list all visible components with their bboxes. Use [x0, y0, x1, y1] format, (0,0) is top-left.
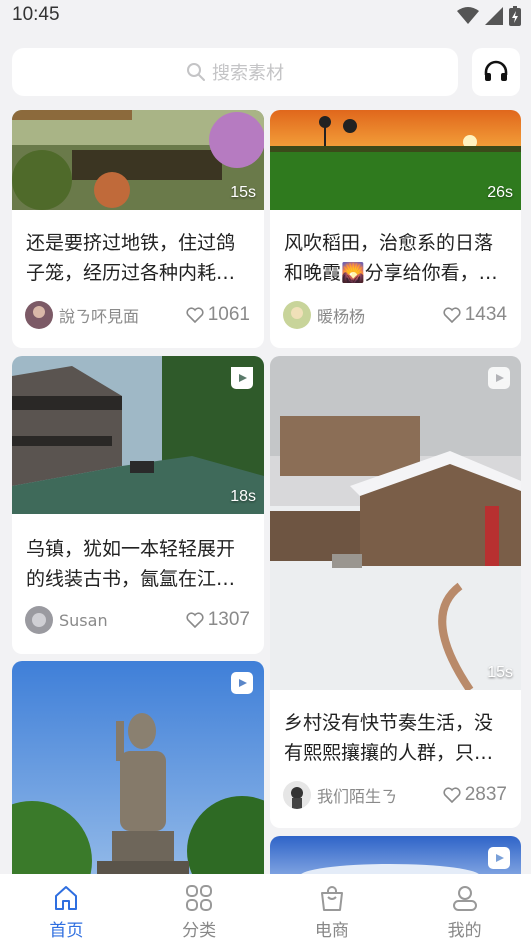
- avatar[interactable]: [25, 301, 53, 329]
- grid-icon: [186, 885, 213, 911]
- tab-label: 电商: [314, 921, 349, 941]
- video-duration: 18s: [230, 488, 256, 505]
- avatar[interactable]: [283, 781, 311, 809]
- like-button[interactable]: 1434: [443, 304, 507, 326]
- tab-label: 分类: [182, 921, 217, 941]
- video-duration: 15s: [230, 184, 256, 201]
- feed-card[interactable]: 18s 乌镇，犹如一本轻轻展开的线装古书，氤氲在江… Susan 1307: [12, 356, 264, 654]
- search-input[interactable]: 搜索素材: [12, 48, 458, 96]
- card-thumbnail: 26s: [270, 110, 521, 210]
- bottom-tab-bar: 首页 分类 电商 我的: [0, 874, 531, 946]
- card-thumbnail: 15s: [12, 110, 264, 210]
- author-name[interactable]: 暖杨杨: [317, 303, 443, 327]
- card-title: 风吹稻田，治愈系的日落和晚霞🌄分享给你看，…: [284, 232, 498, 284]
- like-count: 1434: [464, 304, 507, 325]
- like-count: 1061: [207, 304, 250, 325]
- card-meta: 暖杨杨 1434: [283, 300, 507, 330]
- signal-icon: [485, 7, 503, 25]
- profile-icon: [452, 886, 477, 911]
- wifi-icon: [457, 7, 479, 24]
- author-name[interactable]: 我们陌生ㄋ: [317, 783, 443, 807]
- video-duration: 26s: [487, 184, 513, 201]
- content-feed[interactable]: 15s 还是要挤过地铁，住过鸽子笼，经历过各种内耗… 說ㄋ吥見面 1061 26…: [0, 110, 531, 874]
- tab-category[interactable]: 分类: [133, 874, 266, 946]
- like-count: 2837: [464, 784, 507, 805]
- top-bar: 搜索素材: [0, 40, 531, 102]
- tab-shop[interactable]: 电商: [266, 874, 399, 946]
- card-meta: 說ㄋ吥見面 1061: [25, 300, 250, 330]
- shopping-bag-icon: [320, 886, 343, 911]
- tab-label: 我的: [447, 921, 482, 941]
- avatar[interactable]: [25, 606, 53, 634]
- like-count: 1307: [207, 609, 250, 630]
- system-icons: [457, 6, 521, 26]
- like-button[interactable]: 2837: [443, 784, 507, 806]
- card-meta: Susan 1307: [25, 605, 250, 635]
- heart-icon: [443, 787, 461, 803]
- feed-card[interactable]: 15s 还是要挤过地铁，住过鸽子笼，经历过各种内耗… 說ㄋ吥見面 1061: [12, 110, 264, 348]
- card-thumbnail: [12, 661, 264, 874]
- headset-icon: [484, 60, 508, 81]
- card-title: 还是要挤过地铁，住过鸽子笼，经历过各种内耗…: [26, 232, 236, 284]
- status-bar: 10:45: [0, 0, 531, 34]
- feed-card[interactable]: [12, 661, 264, 874]
- battery-icon: [509, 6, 521, 26]
- card-thumbnail: [270, 836, 521, 874]
- like-button[interactable]: 1307: [186, 609, 250, 631]
- status-time: 10:45: [12, 4, 60, 25]
- heart-icon: [186, 307, 204, 323]
- feed-card[interactable]: 15s 乡村没有快节奏生活，没有熙熙攘攘的人群，只… 我们陌生ㄋ 2837: [270, 356, 521, 828]
- feed-card[interactable]: [270, 836, 521, 874]
- card-title: 乌镇，犹如一本轻轻展开的线装古书，氤氲在江…: [26, 538, 236, 590]
- card-thumbnail: 18s: [12, 356, 264, 514]
- author-name[interactable]: Susan: [59, 611, 186, 630]
- heart-icon: [186, 612, 204, 628]
- home-icon: [55, 886, 78, 910]
- heart-icon: [443, 307, 461, 323]
- tab-profile[interactable]: 我的: [398, 874, 531, 946]
- card-thumbnail: 15s: [270, 356, 521, 690]
- card-title: 乡村没有快节奏生活，没有熙熙攘攘的人群，只…: [284, 712, 494, 764]
- card-meta: 我们陌生ㄋ 2837: [283, 780, 507, 810]
- video-badge-icon: [488, 367, 510, 389]
- feed-card[interactable]: 26s 风吹稻田，治愈系的日落和晚霞🌄分享给你看，… 暖杨杨 1434: [270, 110, 521, 348]
- tab-label: 首页: [49, 921, 84, 941]
- video-badge-icon: [231, 367, 253, 389]
- video-badge-icon: [231, 672, 253, 694]
- author-name[interactable]: 說ㄋ吥見面: [59, 303, 186, 327]
- like-button[interactable]: 1061: [186, 304, 250, 326]
- customer-service-button[interactable]: [472, 48, 520, 96]
- video-badge-icon: [488, 847, 510, 869]
- search-icon: [187, 63, 205, 81]
- tab-home[interactable]: 首页: [0, 874, 133, 946]
- avatar[interactable]: [283, 301, 311, 329]
- video-duration: 15s: [487, 664, 513, 681]
- search-placeholder: 搜索素材: [212, 63, 284, 84]
